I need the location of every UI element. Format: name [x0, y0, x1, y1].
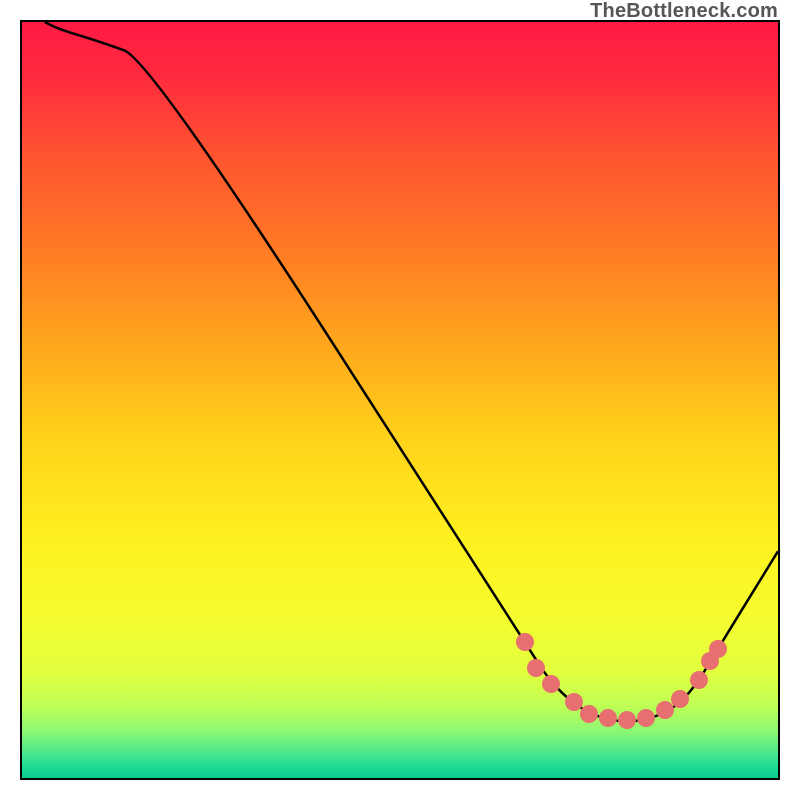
curve-layer: [22, 22, 778, 778]
chart-container: TheBottleneck.com: [0, 0, 800, 800]
plot-area: [20, 20, 780, 780]
optimal-dot: [656, 701, 674, 719]
optimal-dot: [580, 705, 598, 723]
optimal-dot: [527, 659, 545, 677]
optimal-dot: [690, 671, 708, 689]
optimal-dot: [618, 711, 636, 729]
optimal-dot: [709, 640, 727, 658]
optimal-dot: [637, 709, 655, 727]
optimal-dot: [542, 675, 560, 693]
optimal-dot: [516, 633, 534, 651]
bottleneck-curve: [45, 22, 778, 721]
optimal-dot: [599, 709, 617, 727]
optimal-dot: [671, 690, 689, 708]
